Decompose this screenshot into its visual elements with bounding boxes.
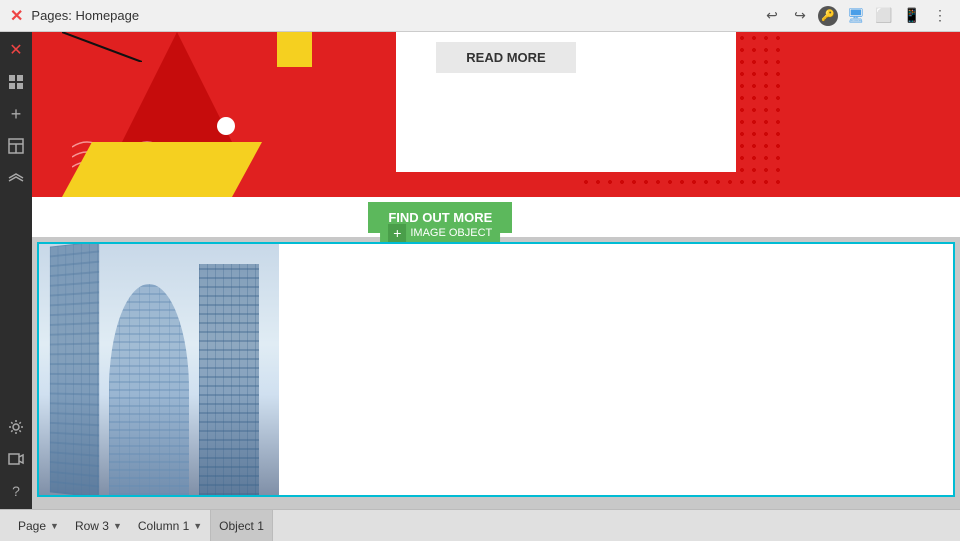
sidebar-add-icon[interactable]: + [2,100,30,128]
add-object-icon[interactable]: + [388,224,406,242]
sidebar-layers-icon[interactable] [2,164,30,192]
read-more-button[interactable]: READ MORE [436,42,576,73]
deco-yellow-square [277,32,312,67]
canvas-area: READ MORE FIND OUT MORE + IMAGE OBJECT [32,32,960,509]
column-chevron: ▼ [193,521,202,531]
sidebar: ✕ + ? [0,32,32,509]
more-icon[interactable]: ⋮ [930,6,950,26]
tablet-icon[interactable]: ⬜ [874,6,894,26]
image-object-label: + IMAGE OBJECT [380,222,500,244]
statusbar-column[interactable]: Column 1 ▼ [130,510,210,541]
content-area [279,244,953,495]
hero-section: READ MORE [32,32,960,197]
topbar-left: ✕ Pages: Homepage [10,6,139,26]
deco-triangle [122,32,232,142]
building-glass-1 [50,244,99,495]
building-glass-3 [199,264,259,495]
page-chevron: ▼ [50,521,59,531]
sidebar-video-icon[interactable] [2,445,30,473]
sidebar-help-icon[interactable]: ? [2,477,30,505]
building-glass-2 [109,284,189,495]
close-icon[interactable]: ✕ [10,6,23,26]
image-placeholder [39,244,279,495]
mobile-icon[interactable]: 📱 [902,6,922,26]
desktop-icon[interactable]: 🖥 [846,6,866,26]
row-chevron: ▼ [113,521,122,531]
sidebar-settings-icon[interactable] [2,413,30,441]
deco-yellow-shape [62,142,262,197]
sidebar-grid-icon[interactable] [2,68,30,96]
statusbar-page[interactable]: Page ▼ [10,510,67,541]
sidebar-close-icon[interactable]: ✕ [2,36,30,64]
main-layout: ✕ + ? [0,32,960,509]
topbar-title: Pages: Homepage [31,8,139,23]
redo-icon[interactable]: ↪ [790,6,810,26]
statusbar-row[interactable]: Row 3 ▼ [67,510,130,541]
undo-icon[interactable]: ↩ [762,6,782,26]
statusbar: Page ▼ Row 3 ▼ Column 1 ▼ Object 1 [0,509,960,541]
image-section [37,242,955,497]
sidebar-layout-icon[interactable] [2,132,30,160]
topbar-right: ↩ ↪ 🔑 🖥 ⬜ 📱 ⋮ [762,6,950,26]
find-out-section: FIND OUT MORE + IMAGE OBJECT [32,197,960,237]
key-shield-icon[interactable]: 🔑 [818,6,838,26]
topbar: ✕ Pages: Homepage ↩ ↪ 🔑 🖥 ⬜ 📱 ⋮ [0,0,960,32]
deco-white-circle [217,117,235,135]
statusbar-object[interactable]: Object 1 [210,510,273,541]
